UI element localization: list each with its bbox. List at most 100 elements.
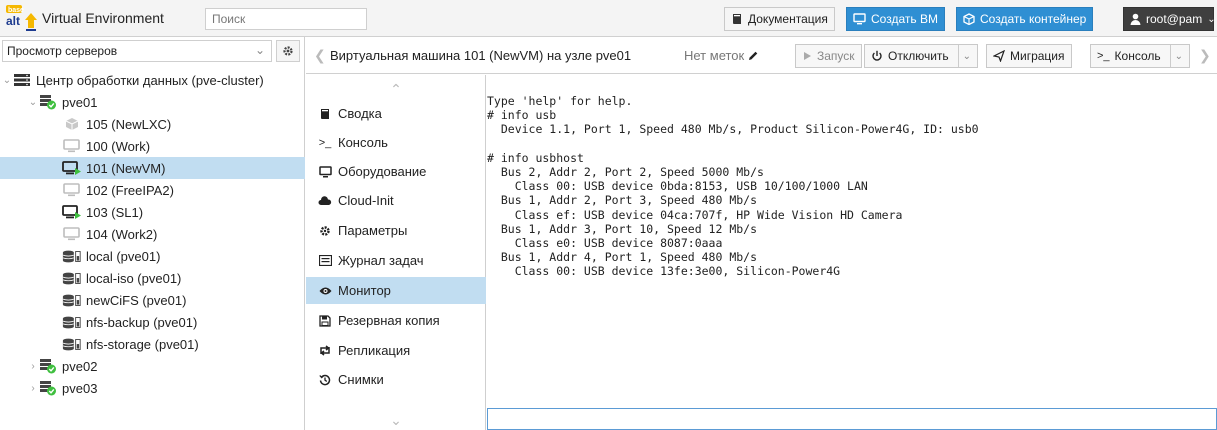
tree-node[interactable]: local-iso (pve01) [0,267,305,289]
nav-item[interactable]: Сводка [306,100,486,127]
nav-item[interactable]: Репликация [306,337,486,364]
tree-node-label: 100 (Work) [86,138,151,154]
vm-sub-navigation: ⌃ ⌄ Сводка >_ Консоль Оборудование Cloud-Ini… [306,75,486,430]
tree-node-label: local (pve01) [86,248,161,264]
storage-icon [62,292,82,308]
svg-text:base: base [8,7,24,14]
view-select-value: Просмотр серверов [7,44,118,58]
scroll-up-icon[interactable]: ⌃ [306,81,486,98]
console-line: Class 00: USB device 0bda:8153, USB 10/1… [487,179,868,194]
tree-node[interactable]: nfs-storage (pve01) [0,333,305,355]
nav-item[interactable]: Снимки [306,366,486,393]
migrate-button[interactable]: Миграция [986,44,1072,68]
nav-item[interactable]: Оборудование [306,158,486,185]
monitor-command-input[interactable] [487,408,1217,430]
vm-stopped-icon [62,226,82,242]
chevron-right-icon[interactable]: › [28,383,38,394]
chevron-down-icon[interactable]: ⌄ [1169,45,1183,67]
tree-node[interactable]: nfs-backup (pve01) [0,311,305,333]
tree-node[interactable]: 103 (SL1) [0,201,305,223]
tree-settings-button[interactable] [276,40,300,62]
shutdown-label: Отключить [888,49,949,63]
gear-icon [283,46,293,56]
storage-icon [62,248,82,264]
tree-node-label: local-iso (pve01) [86,270,182,286]
tree-node[interactable]: 101 (NewVM) [0,157,305,179]
documentation-button[interactable]: Документация [724,7,835,31]
user-menu-button[interactable]: root@pam ⌄ [1123,7,1216,31]
tree-node-label: pve02 [62,358,98,374]
user-icon [1130,13,1141,25]
book-icon [733,14,741,24]
nav-item-label: Монитор [338,283,391,298]
chevron-down-icon[interactable]: ⌄ [2,75,12,86]
tags-edit[interactable]: Нет меток [684,48,759,63]
retweet-icon [318,345,332,356]
tree-node[interactable]: 104 (Work2) [0,223,305,245]
alt-logo[interactable]: base alt [4,4,38,32]
play-icon [804,52,811,60]
vm-title: Виртуальная машина 101 (NewVM) на узле p… [330,48,632,63]
scroll-down-icon[interactable]: ⌄ [306,412,486,429]
nav-item-label: Репликация [338,343,411,358]
chevron-right-icon[interactable]: › [28,361,38,372]
create-container-button[interactable]: Создать контейнер [956,7,1094,31]
tree-node[interactable]: ⌄ Центр обработки данных (pve-cluster) [0,69,305,91]
scroll-left-icon[interactable]: ❮ [314,47,326,64]
tree-node[interactable]: 105 (NewLXC) [0,113,305,135]
console-line: Class e0: USB device 8087:0aaa [487,235,723,250]
tree-node-label: 103 (SL1) [86,204,144,220]
start-label: Запуск [817,49,855,63]
tree-node[interactable]: › pve02 [0,355,305,377]
search-input[interactable]: Поиск [205,8,367,30]
console-button[interactable]: >_ Консоль ⌄ [1090,44,1191,68]
power-icon [872,50,882,61]
tree-node[interactable]: 102 (FreeIPA2) [0,179,305,201]
tree-node[interactable]: newCiFS (pve01) [0,289,305,311]
nav-item[interactable]: Монитор [306,277,486,304]
node-online-icon [38,358,58,374]
list-icon [318,255,332,266]
vm-stopped-icon [62,182,82,198]
tree-node[interactable]: 100 (Work) [0,135,305,157]
chevron-down-icon[interactable]: ⌄ [28,97,38,108]
chevron-down-icon: ⌄ [254,43,265,57]
monitor-icon [853,13,866,25]
console-line: Class ef: USB device 04ca:707f, HP Wide … [487,207,903,222]
nav-item-label: Журнал задач [338,253,424,268]
tree-node[interactable]: › pve03 [0,377,305,399]
tree-node-label: 105 (NewLXC) [86,116,172,132]
console-label: Консоль [1114,49,1161,63]
terminal-icon: >_ [1097,50,1110,62]
nav-item[interactable]: Cloud-Init [306,187,486,214]
nav-item[interactable]: Резервная копия [306,307,486,334]
tags-label: Нет меток [684,48,745,63]
nav-item-label: Параметры [338,223,408,238]
start-button[interactable]: Запуск [795,44,862,68]
nav-item[interactable]: Параметры [306,217,486,244]
cloud-icon [318,195,332,206]
vm-running-icon [62,204,82,220]
pencil-icon [749,51,758,60]
send-icon [993,50,1005,62]
view-select[interactable]: Просмотр серверов ⌄ [2,40,272,62]
chevron-down-icon[interactable]: ⌄ [957,45,971,67]
tree-node-label: 102 (FreeIPA2) [86,182,174,198]
storage-icon [62,336,82,352]
tree-node-label: 104 (Work2) [86,226,158,242]
book-icon [318,108,332,120]
tree-node[interactable]: local (pve01) [0,245,305,267]
shutdown-button[interactable]: Отключить ⌄ [864,44,979,68]
console-line: Bus 1, Addr 3, Port 10, Speed 12 Mb/s [487,221,758,236]
scroll-right-icon[interactable]: ❯ [1199,47,1211,64]
nav-item-label: Сводка [338,106,382,121]
nav-item[interactable]: >_ Консоль [306,129,486,156]
create-vm-button[interactable]: Создать ВМ [846,7,945,31]
tree-node-label: 101 (NewVM) [86,160,166,176]
tree-node[interactable]: ⌄ pve01 [0,91,305,113]
nav-item[interactable]: Журнал задач [306,247,486,274]
resource-tree: ⌄ Центр обработки данных (pve-cluster) ⌄ pv… [0,69,305,399]
node-online-icon [38,94,58,110]
svg-text:alt: alt [6,14,20,28]
